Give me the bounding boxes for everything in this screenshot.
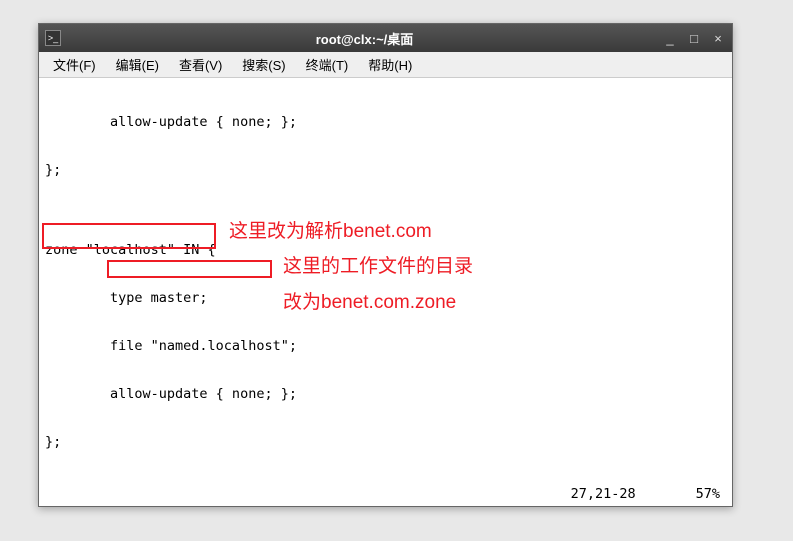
close-button[interactable]: × (710, 31, 726, 46)
vim-status-line: 27,21-28 57% (571, 486, 720, 502)
code-line: }; (45, 434, 726, 450)
annotation-2: 这里的工作文件的目录 (283, 259, 473, 275)
terminal-content[interactable]: allow-update { none; }; }; zone "localho… (39, 78, 732, 506)
menubar: 文件(F) 编辑(E) 查看(V) 搜索(S) 终端(T) 帮助(H) (39, 52, 732, 78)
window-controls: _ □ × (662, 31, 726, 46)
menu-help[interactable]: 帮助(H) (360, 52, 420, 77)
maximize-button[interactable]: □ (686, 31, 702, 46)
menu-search[interactable]: 搜索(S) (234, 52, 293, 77)
code-line: file "named.localhost"; (45, 338, 726, 354)
code-line: type master; (45, 290, 726, 306)
code-line: zone "localhost" IN { (45, 242, 726, 258)
menu-edit[interactable]: 编辑(E) (108, 52, 167, 77)
annotation-1: 这里改为解析benet.com (229, 224, 432, 240)
cursor-position: 27,21-28 (571, 486, 636, 502)
menu-terminal[interactable]: 终端(T) (298, 52, 357, 77)
terminal-icon: >_ (45, 30, 61, 46)
window-title: root@clx:~/桌面 (67, 29, 662, 48)
titlebar[interactable]: >_ root@clx:~/桌面 _ □ × (39, 24, 732, 52)
code-line: allow-update { none; }; (45, 114, 726, 130)
minimize-button[interactable]: _ (662, 31, 678, 46)
highlight-file-benet-zone (107, 260, 272, 278)
terminal-window: >_ root@clx:~/桌面 _ □ × 文件(F) 编辑(E) 查看(V)… (38, 23, 733, 507)
code-line: }; (45, 162, 726, 178)
menu-file[interactable]: 文件(F) (45, 52, 104, 77)
menu-view[interactable]: 查看(V) (171, 52, 230, 77)
code-line: allow-update { none; }; (45, 386, 726, 402)
scroll-percent: 57% (696, 486, 720, 502)
